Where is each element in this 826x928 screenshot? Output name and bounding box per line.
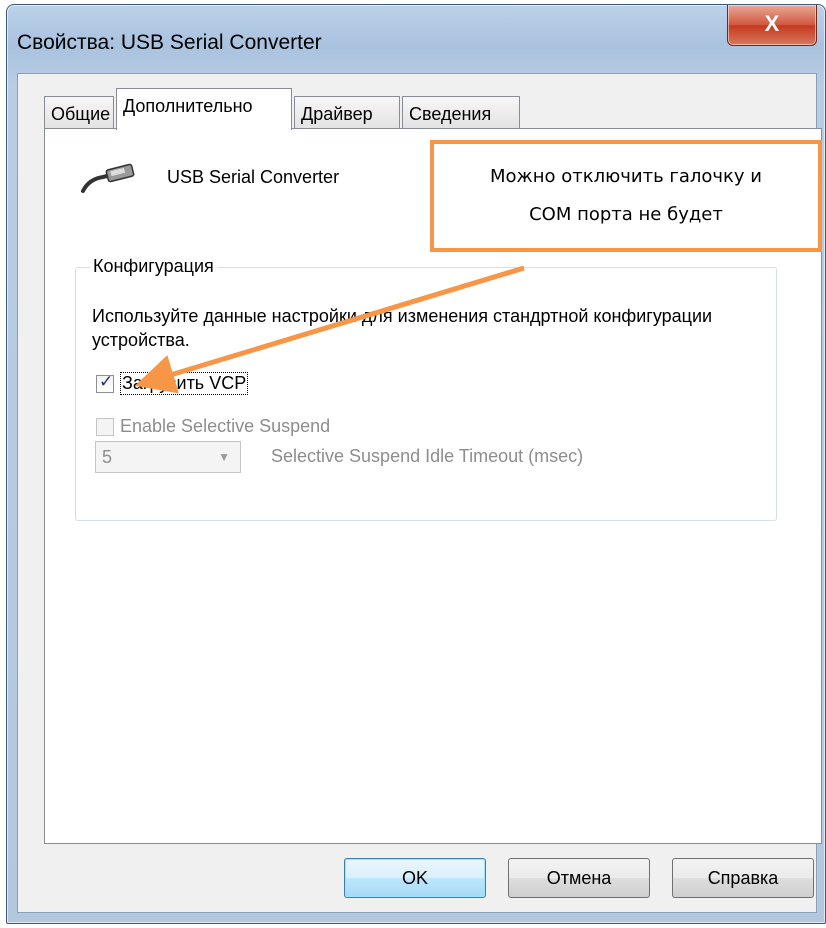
selective-suspend-row: Enable Selective Suspend xyxy=(96,416,330,437)
annotation-line-1: Можно отключить галочку и xyxy=(489,166,763,187)
annotation-line-2: COM порта не будет xyxy=(529,204,723,225)
title-bar[interactable]: Свойства: USB Serial Converter X xyxy=(7,5,825,77)
load-vcp-label[interactable]: Загрузить VCP xyxy=(120,372,249,395)
tab-advanced[interactable]: Дополнительно xyxy=(116,88,292,130)
load-vcp-row[interactable]: ✓ Загрузить VCP xyxy=(96,371,249,395)
annotation-callout: Можно отключить галочку и COM порта не б… xyxy=(430,140,822,252)
usb-plug-icon xyxy=(81,163,135,193)
tab-general[interactable]: Общие xyxy=(44,96,114,128)
help-button[interactable]: Справка xyxy=(672,858,814,898)
idle-timeout-select: 5 ▼ xyxy=(95,441,241,473)
selective-suspend-checkbox xyxy=(96,417,114,436)
device-name: USB Serial Converter xyxy=(167,167,340,187)
checkmark-icon: ✓ xyxy=(99,371,114,391)
idle-timeout-label: Selective Suspend Idle Timeout (msec) xyxy=(271,446,584,466)
tab-details[interactable]: Сведения xyxy=(402,96,520,128)
ok-button[interactable]: OK xyxy=(344,858,486,898)
group-title: Конфигурация xyxy=(90,256,217,277)
load-vcp-checkbox[interactable]: ✓ xyxy=(96,371,114,393)
configuration-group: Конфигурация Используйте данные настройк… xyxy=(75,256,777,521)
configuration-description: Используйте данные настройки для изменен… xyxy=(92,306,713,350)
close-button[interactable]: X xyxy=(727,5,817,46)
cancel-button[interactable]: Отмена xyxy=(508,858,650,898)
window-title: Свойства: USB Serial Converter xyxy=(17,31,322,54)
tab-driver[interactable]: Драйвер xyxy=(294,96,400,128)
chevron-down-icon: ▼ xyxy=(218,450,230,464)
idle-timeout-value: 5 xyxy=(102,447,113,467)
selective-suspend-label: Enable Selective Suspend xyxy=(120,416,331,436)
